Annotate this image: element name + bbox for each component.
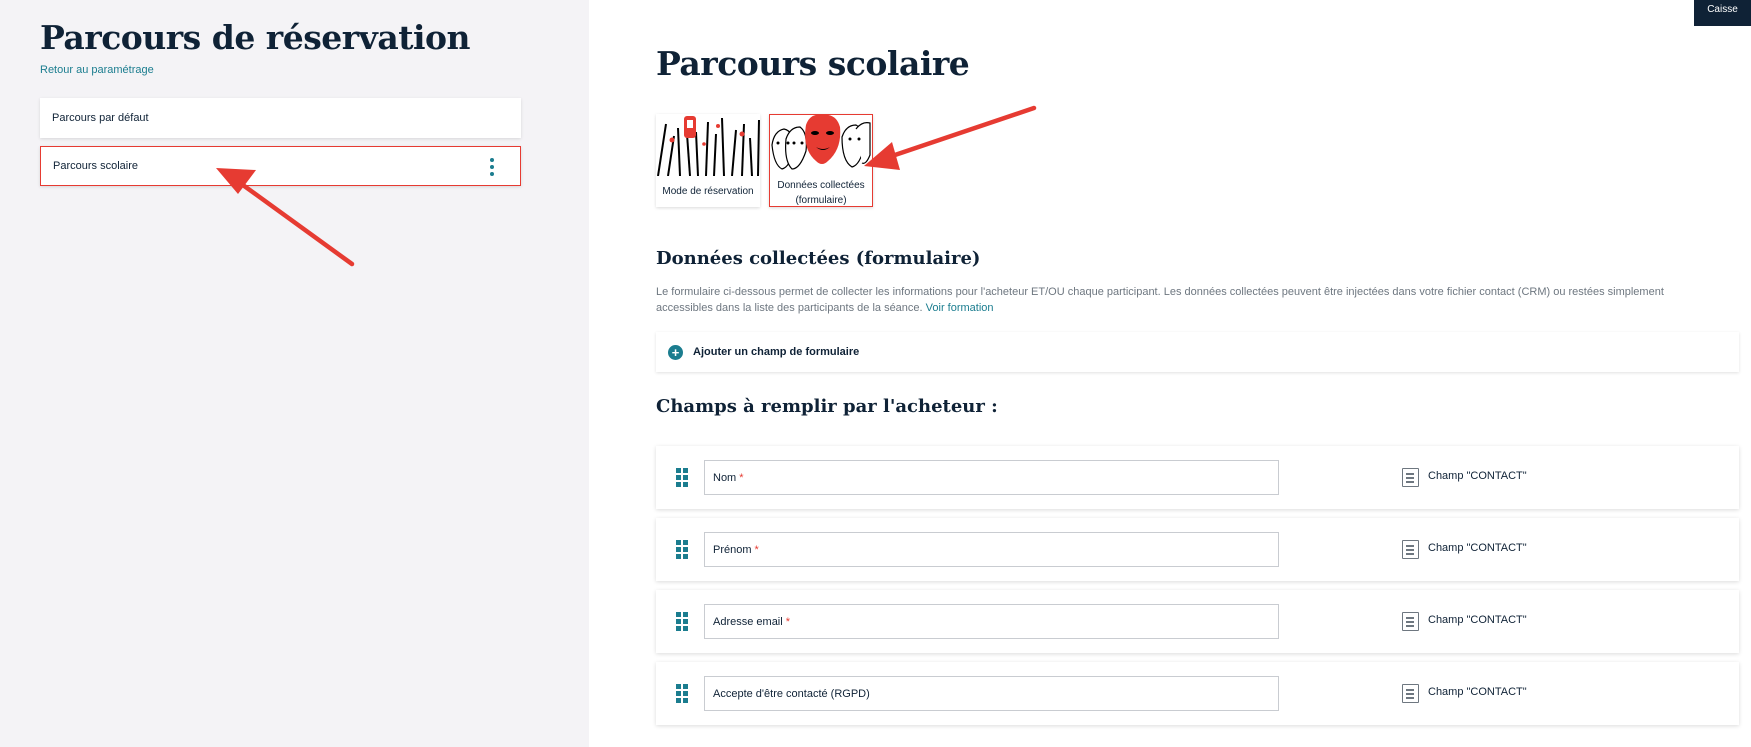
field-label: Adresse email — [713, 615, 783, 628]
journey-item-school[interactable]: Parcours scolaire — [40, 146, 521, 186]
field-label: Nom — [713, 471, 737, 484]
collected-data-title: Données collectées (formulaire) — [656, 248, 981, 269]
field-label: Accepte d'être contacté (RGPD) — [713, 687, 870, 700]
form-field-row: Accepte d'être contacté (RGPD) Champ "CO… — [656, 662, 1739, 725]
drag-handle-icon[interactable] — [676, 612, 688, 631]
theatre-masks-illustration — [770, 115, 872, 177]
back-to-settings-link[interactable]: Retour au paramétrage — [40, 64, 154, 76]
required-marker: * — [785, 615, 790, 628]
contact-field-icon — [1402, 684, 1419, 703]
field-type-label: Champ "CONTACT" — [1428, 686, 1527, 698]
field-label: Prénom — [713, 543, 752, 556]
form-field-row: Prénom * Champ "CONTACT" — [656, 518, 1739, 581]
journey-item-label: Parcours par défaut — [52, 112, 149, 124]
add-form-field-label: Ajouter un champ de formulaire — [693, 346, 860, 358]
field-gdpr-input[interactable]: Accepte d'être contacté (RGPD) — [704, 676, 1279, 711]
form-field-row: Nom * Champ "CONTACT" — [656, 446, 1739, 509]
field-name-input[interactable]: Nom * — [704, 460, 1279, 495]
journey-item-label: Parcours scolaire — [53, 160, 138, 172]
contact-field-icon — [1402, 540, 1419, 559]
step-tile-label: Données collectées (formulaire) — [777, 180, 865, 206]
collected-data-description: Le formulaire ci-dessous permet de colle… — [656, 284, 1716, 316]
add-form-field-button[interactable]: + Ajouter un champ de formulaire — [656, 332, 1739, 372]
required-marker: * — [754, 543, 759, 556]
field-type-label: Champ "CONTACT" — [1428, 470, 1527, 482]
page-title: Parcours scolaire — [656, 44, 970, 83]
field-type-label: Champ "CONTACT" — [1428, 614, 1527, 626]
caisse-button[interactable]: Caisse — [1694, 0, 1751, 26]
drag-handle-icon[interactable] — [676, 540, 688, 559]
buyer-fields-title: Champs à remplir par l'acheteur : — [656, 396, 998, 417]
field-email-input[interactable]: Adresse email * — [704, 604, 1279, 639]
arrow-to-collected-data-tile — [864, 105, 1037, 170]
step-tile-collected-data[interactable]: Données collectées (formulaire) — [769, 114, 873, 207]
drag-handle-icon[interactable] — [676, 468, 688, 487]
step-tile-booking-mode[interactable]: Mode de réservation — [656, 114, 760, 207]
journey-item-default[interactable]: Parcours par défaut — [40, 98, 521, 138]
contact-field-icon — [1402, 468, 1419, 487]
form-field-row: Adresse email * Champ "CONTACT" — [656, 590, 1739, 653]
plus-circle-icon: + — [668, 344, 683, 360]
field-type-label: Champ "CONTACT" — [1428, 542, 1527, 554]
training-link[interactable]: Voir formation — [926, 302, 994, 314]
sidebar-title: Parcours de réservation — [40, 18, 471, 57]
sidebar: Parcours de réservation Retour au paramé… — [0, 0, 589, 747]
drag-handle-icon[interactable] — [676, 684, 688, 703]
contact-field-icon — [1402, 612, 1419, 631]
required-marker: * — [739, 471, 744, 484]
description-text: Le formulaire ci-dessous permet de colle… — [656, 286, 1664, 314]
field-firstname-input[interactable]: Prénom * — [704, 532, 1279, 567]
more-options-icon[interactable] — [490, 158, 494, 176]
booking-mode-illustration — [656, 114, 760, 176]
step-tile-label: Mode de réservation — [662, 186, 754, 197]
